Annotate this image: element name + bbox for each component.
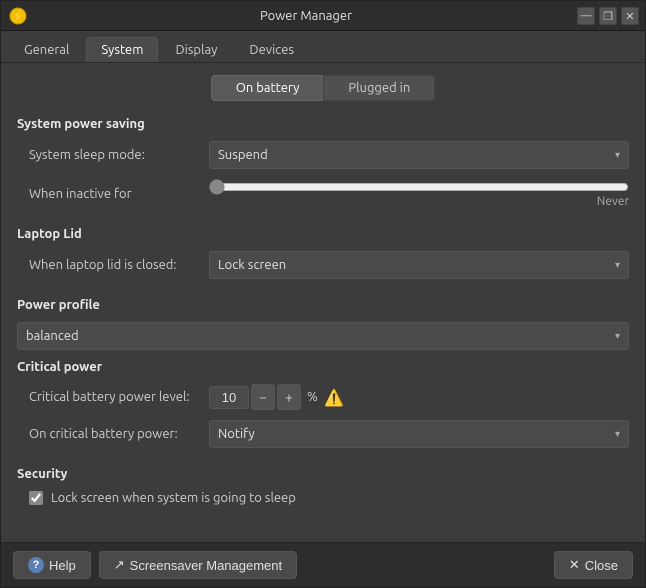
- system-power-saving-title: System power saving: [17, 117, 629, 131]
- tab-general[interactable]: General: [9, 37, 84, 62]
- security-title: Security: [17, 467, 629, 481]
- decrement-button[interactable]: −: [251, 384, 275, 410]
- battery-tab-plugged-in[interactable]: Plugged in: [323, 75, 435, 101]
- laptop-lid-title: Laptop Lid: [17, 227, 629, 241]
- tab-bar: General System Display Devices: [1, 31, 645, 63]
- on-critical-row: On critical battery power: Notify ▾: [17, 420, 629, 448]
- help-icon: ?: [28, 557, 44, 573]
- minimize-button[interactable]: —: [577, 7, 595, 25]
- content-area: On battery Plugged in System power savin…: [1, 63, 645, 542]
- on-critical-dropdown[interactable]: Notify ▾: [209, 420, 629, 448]
- sleep-mode-label: System sleep mode:: [29, 148, 209, 162]
- screensaver-label: Screensaver Management: [130, 558, 282, 573]
- on-critical-value: Notify: [218, 427, 255, 441]
- lid-closed-label: When laptop lid is closed:: [29, 258, 209, 272]
- power-profile-value: balanced: [26, 329, 79, 343]
- window-controls: — ❐ ✕: [577, 7, 639, 25]
- title-bar: ⚡ Power Manager — ❐ ✕: [1, 1, 645, 31]
- lid-closed-row: When laptop lid is closed: Lock screen ▾: [17, 251, 629, 279]
- power-profile-arrow-icon: ▾: [615, 330, 620, 342]
- restore-button[interactable]: ❐: [599, 7, 617, 25]
- lid-closed-arrow-icon: ▾: [615, 259, 620, 271]
- close-icon: ✕: [569, 557, 580, 573]
- lid-closed-dropdown[interactable]: Lock screen ▾: [209, 251, 629, 279]
- sleep-mode-dropdown[interactable]: Suspend ▾: [209, 141, 629, 169]
- critical-level-row: Critical battery power level: − + % ⚠️: [17, 384, 629, 410]
- inactive-row: When inactive for Never: [17, 179, 629, 208]
- percent-label: %: [307, 390, 318, 404]
- inactive-slider-label: Never: [209, 195, 629, 208]
- lock-screen-checkbox[interactable]: [29, 491, 43, 505]
- help-button[interactable]: ? Help: [13, 551, 91, 579]
- power-profile-title: Power profile: [17, 298, 629, 312]
- critical-power-title: Critical power: [17, 360, 629, 374]
- warning-icon: ⚠️: [324, 388, 344, 407]
- tab-display[interactable]: Display: [160, 37, 232, 62]
- close-window-button[interactable]: ✕: [621, 7, 639, 25]
- screensaver-icon: ↗: [114, 557, 125, 573]
- inactive-slider-container: Never: [209, 179, 629, 208]
- footer-left: ? Help ↗ Screensaver Management: [13, 551, 297, 579]
- divider-3: [17, 458, 629, 459]
- critical-level-input[interactable]: [209, 386, 249, 409]
- power-profile-dropdown[interactable]: balanced ▾: [17, 322, 629, 350]
- window-title: Power Manager: [35, 9, 577, 23]
- lock-screen-label: Lock screen when system is going to slee…: [51, 491, 296, 505]
- divider-1: [17, 218, 629, 219]
- inactive-slider[interactable]: [209, 179, 629, 195]
- main-window: ⚡ Power Manager — ❐ ✕ General System Dis…: [0, 0, 646, 588]
- inactive-label: When inactive for: [29, 187, 209, 201]
- battery-tab-on-battery[interactable]: On battery: [211, 75, 324, 101]
- close-button[interactable]: ✕ Close: [554, 551, 633, 579]
- battery-tab-group: On battery Plugged in: [17, 75, 629, 101]
- tab-devices[interactable]: Devices: [234, 37, 309, 62]
- sleep-mode-value: Suspend: [218, 148, 268, 162]
- on-critical-label: On critical battery power:: [29, 427, 209, 441]
- tab-system[interactable]: System: [86, 37, 158, 62]
- help-label: Help: [49, 558, 76, 573]
- app-icon: ⚡: [9, 7, 27, 25]
- screensaver-button[interactable]: ↗ Screensaver Management: [99, 551, 297, 579]
- critical-level-label: Critical battery power level:: [29, 390, 209, 404]
- sleep-mode-arrow-icon: ▾: [615, 149, 620, 161]
- lock-screen-row: Lock screen when system is going to slee…: [17, 491, 629, 505]
- footer: ? Help ↗ Screensaver Management ✕ Close: [1, 542, 645, 587]
- lid-closed-value: Lock screen: [218, 258, 286, 272]
- close-label: Close: [585, 558, 618, 573]
- on-critical-arrow-icon: ▾: [615, 428, 620, 440]
- svg-text:⚡: ⚡: [11, 10, 25, 23]
- increment-button[interactable]: +: [277, 384, 301, 410]
- sleep-mode-row: System sleep mode: Suspend ▾: [17, 141, 629, 169]
- divider-2: [17, 289, 629, 290]
